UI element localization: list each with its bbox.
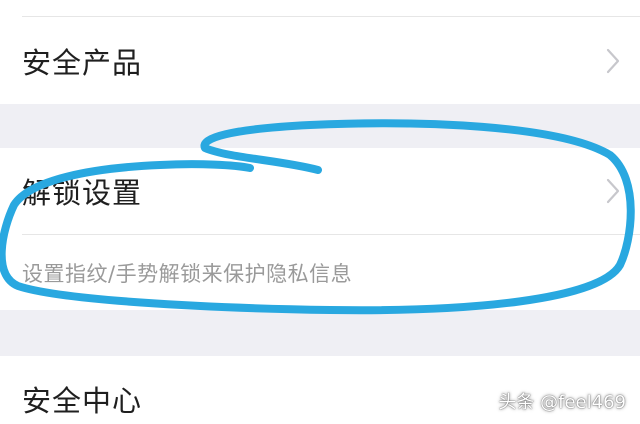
watermark: 头条 @feel469 bbox=[498, 388, 626, 414]
unlock-settings-item[interactable]: 解锁设置 bbox=[0, 148, 640, 234]
chevron-right-icon bbox=[606, 48, 620, 74]
unlock-settings-card: 解锁设置 设置指纹/手势解锁来保护隐私信息 bbox=[0, 148, 640, 310]
security-center-label: 安全中心 bbox=[22, 384, 143, 418]
security-products-card: 安全产品 bbox=[0, 0, 640, 104]
watermark-text: 头条 @feel469 bbox=[498, 392, 626, 413]
unlock-settings-description: 设置指纹/手势解锁来保护隐私信息 bbox=[22, 262, 353, 286]
unlock-divider bbox=[22, 234, 640, 235]
settings-screen: 安全产品 解锁设置 设置指纹/手势解锁来保护隐私信息 安全中心 头条 @feel… bbox=[0, 0, 640, 424]
security-products-item[interactable]: 安全产品 bbox=[0, 18, 640, 104]
security-products-label: 安全产品 bbox=[22, 46, 143, 80]
top-divider bbox=[22, 16, 640, 17]
unlock-settings-label: 解锁设置 bbox=[22, 176, 143, 210]
chevron-right-icon bbox=[606, 178, 620, 204]
